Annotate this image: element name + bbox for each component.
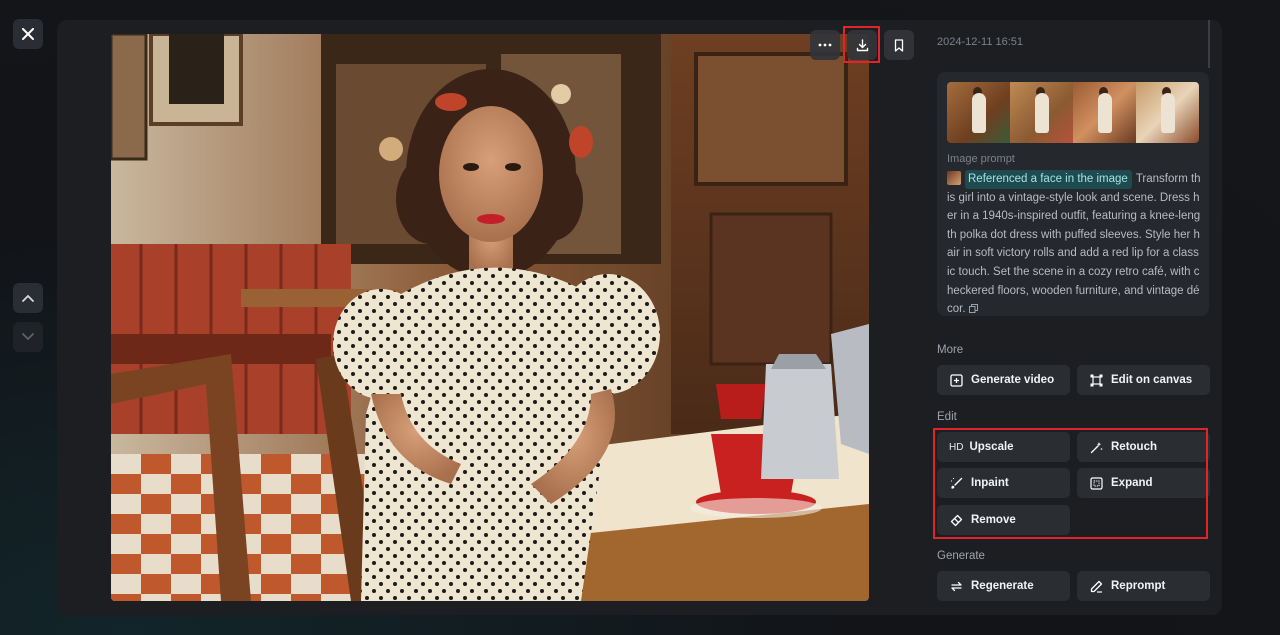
expand-button[interactable]: Expand (1077, 468, 1210, 498)
more-section-label: More (937, 344, 964, 356)
close-icon (22, 28, 34, 40)
copy-icon[interactable] (968, 304, 978, 314)
expand-icon (1089, 476, 1104, 491)
chevron-down-icon (22, 333, 34, 341)
thumbnail-2[interactable] (1010, 82, 1073, 143)
remove-button[interactable]: Remove (937, 505, 1070, 535)
remove-label: Remove (971, 514, 1016, 526)
edit-section-label: Edit (937, 411, 957, 423)
edit-on-canvas-button[interactable]: Edit on canvas (1077, 365, 1210, 395)
thumbnail-3[interactable] (1073, 82, 1136, 143)
reference-face-thumbnail (947, 171, 961, 185)
reprompt-label: Reprompt (1111, 580, 1166, 592)
pencil-icon (1089, 579, 1104, 594)
expand-label: Expand (1111, 477, 1153, 489)
upscale-button[interactable]: HD Upscale (937, 432, 1070, 462)
regenerate-button[interactable]: Regenerate (937, 571, 1070, 601)
hd-icon: HD (949, 441, 964, 453)
next-image-button[interactable] (13, 322, 43, 352)
chevron-up-icon (22, 294, 34, 302)
reprompt-button[interactable]: Reprompt (1077, 571, 1210, 601)
thumbnail-1[interactable] (947, 82, 1010, 143)
bookmark-button[interactable] (884, 30, 914, 60)
canvas-icon (1089, 373, 1104, 388)
generate-video-button[interactable]: Generate video (937, 365, 1070, 395)
video-plus-icon (949, 373, 964, 388)
close-button[interactable] (13, 19, 43, 49)
scrollbar[interactable] (1208, 20, 1210, 68)
download-button[interactable] (847, 30, 877, 60)
generate-video-label: Generate video (971, 374, 1055, 386)
inpaint-button[interactable]: Inpaint (937, 468, 1070, 498)
download-icon (856, 38, 868, 51)
upscale-label: Upscale (969, 441, 1014, 453)
regenerate-label: Regenerate (971, 580, 1034, 592)
prompt-card: Image prompt Referenced a face in the im… (937, 72, 1209, 316)
previous-image-button[interactable] (13, 283, 43, 313)
retouch-button[interactable]: Retouch (1077, 432, 1210, 462)
edit-on-canvas-label: Edit on canvas (1111, 374, 1193, 386)
prompt-text: Referenced a face in the image Transform … (947, 170, 1201, 316)
retouch-label: Retouch (1111, 441, 1157, 453)
timestamp: 2024-12-11 16:51 (937, 36, 1024, 48)
more-options-button[interactable] (810, 30, 840, 60)
magic-wand-icon (1089, 440, 1104, 455)
ellipsis-icon (818, 43, 832, 47)
generate-section-label: Generate (937, 550, 985, 562)
reference-chip[interactable]: Referenced a face in the image (965, 170, 1132, 189)
prompt-body: Transform this girl into a vintage-style… (947, 173, 1201, 316)
thumbnail-4[interactable] (1136, 82, 1199, 143)
generated-image (111, 34, 869, 601)
inpaint-label: Inpaint (971, 477, 1009, 489)
prompt-label: Image prompt (947, 153, 1015, 165)
bookmark-icon (894, 38, 904, 52)
eraser-icon (949, 513, 964, 528)
refresh-icon (949, 579, 964, 594)
brush-icon (949, 476, 964, 491)
reference-thumbnails[interactable] (947, 82, 1199, 143)
